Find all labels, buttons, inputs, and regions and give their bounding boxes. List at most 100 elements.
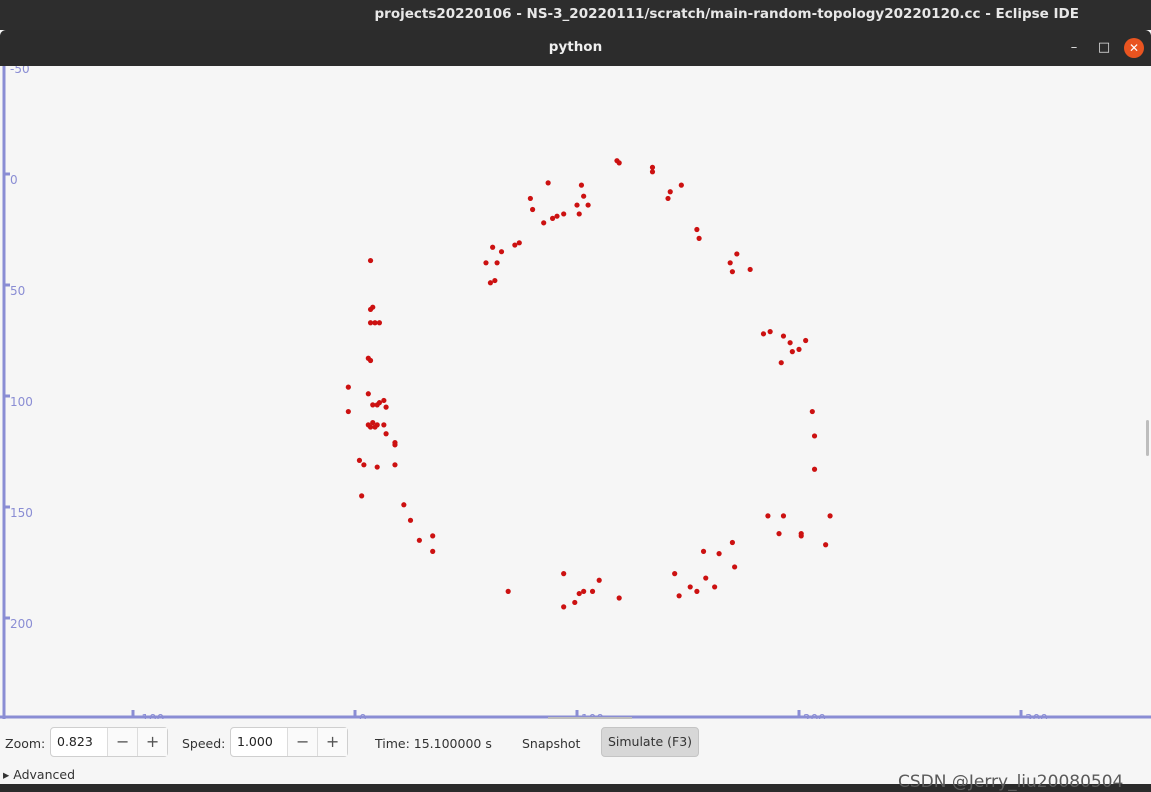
speed-increment-button[interactable]: +: [317, 728, 347, 756]
window-titlebar[interactable]: python – □ ✕: [0, 30, 1151, 66]
node-point: [787, 340, 793, 346]
node-point: [672, 571, 678, 577]
node-point: [798, 533, 804, 539]
node-point: [616, 595, 622, 601]
eclipse-title-bar: projects20220106 - NS-3_20220111/scratch…: [0, 0, 1151, 30]
expander-arrow-icon: ▸: [3, 767, 10, 782]
node-point: [765, 513, 771, 519]
node-point: [374, 464, 380, 470]
node-point: [727, 260, 733, 266]
node-point: [356, 457, 363, 463]
y-tick-label: 150: [10, 506, 33, 520]
node-point: [370, 402, 376, 408]
node-point: [498, 249, 505, 255]
node-point: [780, 513, 787, 519]
node-point: [383, 404, 389, 410]
node-point: [703, 575, 709, 581]
node-point: [561, 571, 567, 577]
node-point: [345, 408, 351, 415]
node-point: [416, 537, 422, 543]
node-point: [616, 160, 622, 166]
node-point: [505, 588, 511, 594]
node-point: [676, 593, 682, 599]
node-point: [649, 169, 656, 175]
y-tick-label: 50: [10, 284, 25, 298]
node-point: [367, 320, 374, 326]
y-tick-label: 200: [10, 617, 33, 631]
maximize-icon[interactable]: □: [1094, 38, 1114, 58]
node-point: [376, 400, 383, 406]
node-point: [665, 195, 671, 202]
simulate-button[interactable]: Simulate (F3): [601, 727, 699, 757]
node-point: [687, 584, 693, 590]
node-point: [667, 189, 673, 195]
speed-spinner[interactable]: 1.000 − +: [230, 727, 348, 757]
node-point: [576, 590, 582, 597]
advanced-expander[interactable]: ▸ Advanced: [3, 767, 75, 782]
node-point: [729, 539, 736, 546]
node-point: [365, 391, 371, 397]
y-tick-label: 100: [10, 395, 33, 409]
topology-canvas[interactable]: -50 0 50 100 150 200 -100 0 100 200 300: [0, 66, 1151, 719]
x-tick-label: -100: [137, 712, 164, 719]
node-point: [712, 584, 718, 590]
node-point: [487, 280, 494, 286]
minimize-icon[interactable]: –: [1064, 38, 1084, 58]
node-point: [576, 211, 582, 217]
node-point: [381, 397, 387, 404]
x-tick-label: 0: [359, 712, 367, 719]
node-point: [803, 337, 809, 344]
node-point: [696, 235, 702, 241]
topology-plot: -50050100150200-100 0 100 200 300: [0, 66, 1151, 719]
node-point: [734, 251, 740, 257]
node-point: [561, 604, 567, 610]
advanced-label: Advanced: [13, 767, 76, 782]
speed-input[interactable]: 1.000: [231, 728, 287, 756]
time-readout: Time: 15.100000 s: [375, 736, 492, 751]
node-point: [516, 240, 522, 246]
node-point: [729, 269, 736, 275]
node-point: [581, 193, 587, 199]
node-point: [407, 517, 414, 523]
node-point: [778, 360, 784, 366]
node-point: [383, 431, 389, 437]
node-point: [827, 513, 833, 519]
node-point: [370, 420, 376, 426]
node-point: [585, 202, 591, 208]
node-point: [811, 466, 818, 472]
node-point: [490, 244, 496, 250]
node-point: [361, 462, 367, 468]
speed-decrement-button[interactable]: −: [287, 728, 318, 756]
node-point: [530, 206, 536, 213]
node-point: [574, 202, 580, 208]
zoom-increment-button[interactable]: +: [137, 728, 167, 756]
close-icon[interactable]: ✕: [1124, 38, 1144, 58]
control-toolbar: Zoom: 0.823 − + Speed: 1.000 − + Time: 1…: [0, 719, 1151, 792]
x-tick-label: 200: [803, 712, 826, 719]
node-point: [700, 548, 707, 554]
node-point: [372, 424, 378, 430]
node-point: [430, 548, 436, 554]
node-point: [345, 384, 351, 390]
zoom-label: Zoom:: [5, 736, 46, 751]
node-point: [545, 180, 551, 186]
node-point: [694, 588, 700, 594]
node-point: [367, 257, 374, 264]
eclipse-window-title: projects20220106 - NS-3_20220111/scratch…: [374, 6, 1079, 22]
node-point: [372, 320, 378, 326]
node-point: [578, 182, 585, 188]
node-point: [367, 357, 374, 364]
node-point: [767, 329, 773, 335]
node-point: [541, 220, 547, 226]
zoom-spinner[interactable]: 0.823 − +: [50, 727, 168, 757]
node-point: [392, 442, 398, 448]
vertical-scroll-handle[interactable]: [1146, 420, 1149, 456]
node-point: [549, 215, 556, 221]
snapshot-button[interactable]: Snapshot: [522, 736, 580, 751]
zoom-decrement-button[interactable]: −: [107, 728, 138, 756]
node-point: [732, 564, 738, 570]
y-tick-label: -50: [10, 66, 30, 76]
zoom-input[interactable]: 0.823: [51, 728, 107, 756]
node-point: [694, 226, 700, 233]
node-point: [678, 182, 684, 188]
